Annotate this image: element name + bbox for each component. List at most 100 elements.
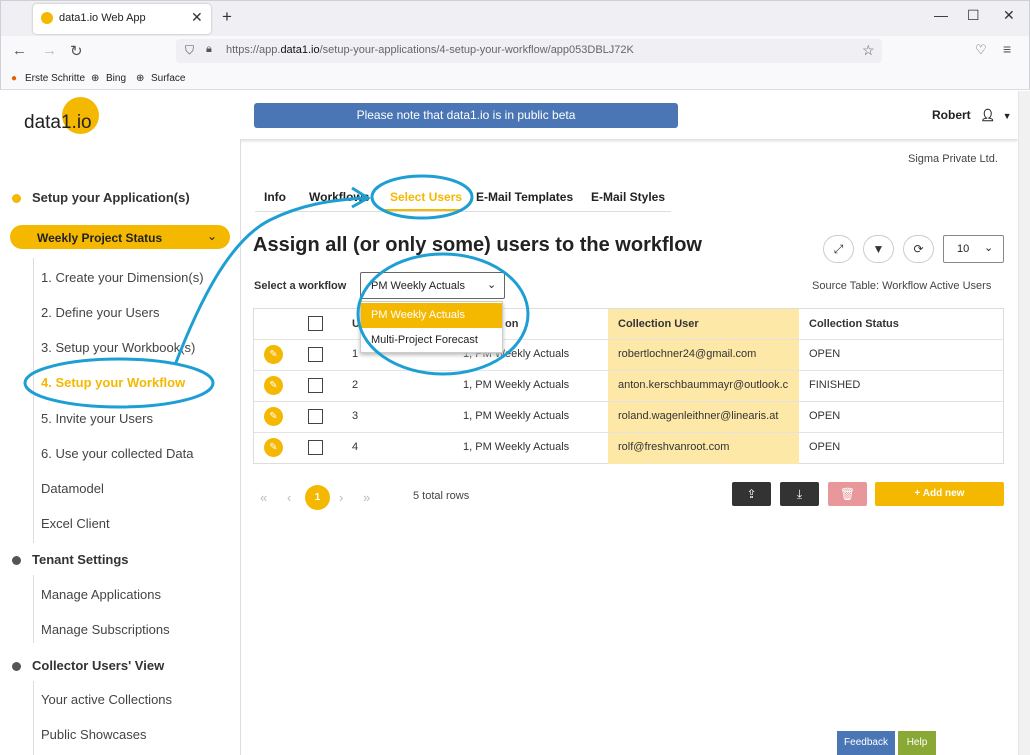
edit-icon[interactable]: ✎ [264, 407, 283, 426]
scrollbar[interactable] [1018, 91, 1030, 755]
sidebar-item-datamodel[interactable]: Datamodel [41, 481, 104, 496]
row-status: FINISHED [809, 379, 861, 391]
tab-info[interactable]: Info [264, 190, 286, 204]
menu-icon[interactable]: ≡ [1003, 41, 1011, 57]
download-icon[interactable]: ⤓ [780, 482, 819, 506]
section-tenant[interactable]: Tenant Settings [32, 552, 129, 567]
row-checkbox[interactable] [308, 440, 323, 455]
filter-icon[interactable]: ▼ [863, 235, 894, 263]
browser-tab[interactable]: data1.io Web App ✕ [33, 4, 211, 34]
row-id: 1 [352, 348, 359, 360]
select-all-checkbox[interactable] [308, 316, 323, 331]
feedback-button[interactable]: Feedback [837, 731, 895, 755]
row-workflow: 1, PM Weekly Actuals [463, 379, 570, 391]
sidebar-item-collected-data[interactable]: 6. Use your collected Data [41, 446, 193, 461]
edit-icon[interactable]: ✎ [264, 345, 283, 364]
bookmark-erste-schritte[interactable]: Erste Schritte [25, 73, 85, 84]
star-icon[interactable]: ☆ [862, 42, 875, 59]
chevron-down-icon: ⌄ [207, 229, 218, 243]
logo[interactable]: data1.io [24, 112, 92, 134]
chevron-down-icon: ▼ [1002, 111, 1012, 121]
page-size-select[interactable]: 10 ⌄ [943, 235, 1004, 263]
row-workflow: 1, PM Weekly Actuals [463, 441, 570, 453]
dropdown-option-pm-weekly-actuals[interactable]: PM Weekly Actuals [361, 303, 502, 328]
pocket-icon[interactable]: ♡ [975, 42, 987, 58]
expand-icon[interactable]: ⤢ [823, 235, 854, 263]
last-page-icon[interactable]: » [363, 490, 370, 505]
next-page-icon[interactable]: › [339, 490, 343, 505]
window-close-icon[interactable]: ✕ [1003, 7, 1015, 24]
nav-guide [33, 681, 34, 755]
chevron-down-icon: ⌄ [984, 242, 994, 254]
row-status: OPEN [809, 441, 841, 453]
back-icon[interactable]: ← [12, 42, 27, 59]
trash-icon[interactable]: 🗑︎ [828, 482, 867, 506]
forward-icon[interactable]: → [42, 42, 57, 59]
help-button[interactable]: Help [898, 731, 936, 755]
edit-icon[interactable]: ✎ [264, 438, 283, 457]
add-new-button[interactable]: + Add new [875, 482, 1004, 506]
sidebar-item-public-showcases[interactable]: Public Showcases [41, 727, 147, 742]
edit-icon[interactable]: ✎ [264, 376, 283, 395]
section-collector[interactable]: Collector Users' View [32, 658, 164, 673]
row-user: rolf@freshvanroot.com [618, 441, 730, 453]
new-tab-icon[interactable]: + [222, 7, 232, 27]
refresh-icon[interactable]: ⟳ [903, 235, 934, 263]
maximize-icon[interactable]: ☐ [967, 7, 980, 24]
page-size-value: 10 [957, 243, 970, 255]
tabs-divider [255, 211, 671, 212]
sidebar-item-manage-subscriptions[interactable]: Manage Subscriptions [41, 622, 170, 637]
total-rows: 5 total rows [413, 490, 470, 502]
row-id: 3 [352, 410, 359, 422]
dropdown-option-multi-project-forecast[interactable]: Multi-Project Forecast [361, 328, 502, 353]
row-checkbox[interactable] [308, 347, 323, 362]
minimize-icon[interactable]: — [934, 7, 948, 23]
upload-icon[interactable]: ⇪ [732, 482, 771, 506]
user-menu[interactable]: Robert 👤︎ ▼ [932, 108, 1012, 122]
shield-icon: ⛉ [185, 43, 195, 57]
sidebar-item-manage-applications[interactable]: Manage Applications [41, 587, 161, 602]
sidebar-item-users[interactable]: 2. Define your Users [41, 305, 160, 320]
current-page[interactable]: 1 [305, 485, 330, 510]
tab-email-styles[interactable]: E-Mail Styles [591, 190, 665, 204]
workflow-label: Select a workflow [254, 280, 347, 292]
sidebar-item-dimensions[interactable]: 1. Create your Dimension(s) [41, 270, 204, 285]
sidebar-item-excel-client[interactable]: Excel Client [41, 516, 110, 531]
row-user: robertlochner24@gmail.com [618, 348, 757, 360]
tab-select-users[interactable]: Select Users [390, 190, 462, 204]
url-text: https://app.data1.io/setup-your-applicat… [226, 44, 634, 56]
firefox-icon: ● [11, 73, 18, 84]
prev-page-icon[interactable]: ‹ [287, 490, 291, 505]
section-dot [12, 662, 21, 671]
row-checkbox[interactable] [308, 378, 323, 393]
row-user: anton.kerschbaummayr@outlook.c [618, 379, 789, 391]
nav-guide [33, 575, 34, 643]
user-icon: 👤︎ [980, 108, 996, 122]
globe-icon: ⊕ [91, 73, 100, 84]
workflow-select[interactable]: PM Weekly Actuals ⌄ [360, 272, 505, 299]
section-setup[interactable]: Setup your Application(s) [32, 190, 190, 205]
row-checkbox[interactable] [308, 409, 323, 424]
bookmark-surface[interactable]: Surface [151, 73, 185, 84]
sidebar-item-active-collections[interactable]: Your active Collections [41, 692, 172, 707]
tab-email-templates[interactable]: E-Mail Templates [476, 190, 573, 204]
reload-icon[interactable]: ↻ [70, 42, 83, 60]
source-table: Source Table: Workflow Active Users [812, 280, 992, 292]
col-header-collection-user[interactable]: Collection User [618, 318, 699, 330]
section-dot [12, 556, 21, 565]
col-header-collection-status[interactable]: Collection Status [809, 318, 899, 330]
row-divider [254, 401, 1003, 402]
row-status: OPEN [809, 410, 841, 422]
sidebar-item-workbooks[interactable]: 3. Setup your Workbook(s) [41, 340, 195, 355]
first-page-icon[interactable]: « [260, 490, 267, 505]
close-icon[interactable]: ✕ [191, 9, 203, 26]
row-divider [254, 370, 1003, 371]
col-header-workflow[interactable]: on [505, 318, 518, 330]
browser-tab-title: data1.io Web App [59, 12, 146, 24]
col-header-user[interactable]: U [352, 318, 360, 330]
bookmark-bing[interactable]: Bing [106, 73, 126, 84]
sidebar-item-invite[interactable]: 5. Invite your Users [41, 411, 153, 426]
sidebar-item-workflow[interactable]: 4. Setup your Workflow [41, 375, 185, 390]
tab-workflows[interactable]: Workflows [309, 190, 369, 204]
row-status: OPEN [809, 348, 841, 360]
